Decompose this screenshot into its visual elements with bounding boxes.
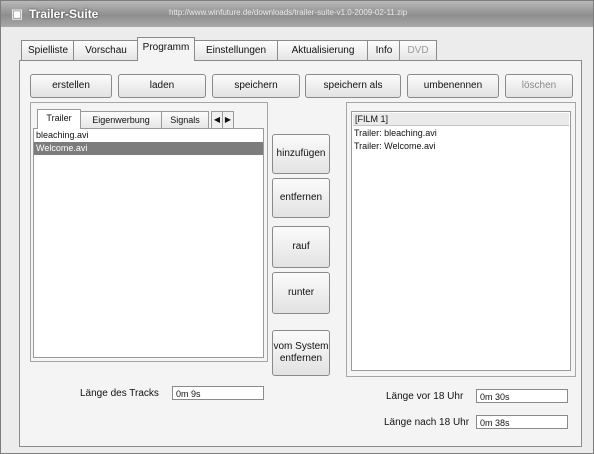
tab-label: Info [375, 45, 393, 56]
title-url: http://www.winfuture.de/downloads/traile… [169, 8, 408, 17]
create-button[interactable]: erstellen [30, 74, 112, 98]
tab-label: Spielliste [27, 45, 69, 56]
remove-button[interactable]: entfernen [272, 178, 330, 218]
length-before-18-field[interactable]: 0m 30s [476, 389, 568, 403]
list-item[interactable]: bleaching.avi [34, 129, 263, 142]
track-length-field[interactable]: 0m 9s [172, 386, 264, 400]
subtab-trailer[interactable]: Trailer [37, 109, 81, 129]
track-length-label: Länge des Tracks [80, 388, 159, 399]
app-icon: ▣ [10, 6, 24, 21]
move-down-button[interactable]: runter [272, 272, 330, 314]
save-button[interactable]: speichern [212, 74, 300, 98]
title-bar: ▣ Trailer-Suite http://www.winfuture.de/… [1, 1, 593, 27]
tab-scroll-right-icon[interactable]: ▶ [222, 111, 234, 129]
window-title: Trailer-Suite [29, 7, 99, 21]
films-list[interactable]: [FILM 1] Trailer: bleaching.avi Trailer:… [351, 111, 571, 371]
subtab-signals[interactable]: Signals [161, 111, 209, 128]
tab-info[interactable]: Info [367, 40, 401, 60]
subtab-label: Trailer [46, 113, 72, 123]
move-up-button[interactable]: rauf [272, 226, 330, 268]
tab-programm[interactable]: Programm [137, 37, 195, 61]
length-after-18-field[interactable]: 0m 38s [476, 415, 568, 429]
list-item[interactable]: Trailer: bleaching.avi [352, 127, 570, 140]
tab-vorschau[interactable]: Vorschau [73, 40, 139, 60]
tab-label: DVD [407, 45, 429, 56]
delete-button[interactable]: löschen [505, 74, 573, 98]
tab-aktualisierung[interactable]: Aktualisierung [277, 40, 369, 60]
tab-spielliste[interactable]: Spielliste [21, 40, 75, 60]
tab-dvd[interactable]: DVD [399, 40, 437, 60]
load-button[interactable]: laden [118, 74, 206, 98]
list-item-selected[interactable]: Welcome.avi [34, 142, 263, 155]
tab-label: Aktualisierung [291, 45, 355, 56]
trailer-list[interactable]: bleaching.avi Welcome.avi [33, 128, 264, 358]
tab-label: Programm [142, 42, 190, 53]
tab-einstellungen[interactable]: Einstellungen [193, 40, 279, 60]
save-as-button[interactable]: speichern als [305, 74, 401, 98]
rename-button[interactable]: umbenennen [407, 74, 499, 98]
subtab-eigenwerbung[interactable]: Eigenwerbung [79, 111, 163, 128]
trailer-group: Trailer Eigenwerbung Signals ◀ ▶ bleachi… [30, 102, 268, 362]
remove-from-system-button[interactable]: vom System entfernen [272, 330, 330, 376]
length-after-18-label: Länge nach 18 Uhr [384, 417, 470, 428]
tab-label: Einstellungen [205, 45, 267, 56]
tab-label: Vorschau [85, 45, 127, 56]
length-before-18-label: Länge vor 18 Uhr [386, 391, 464, 402]
subtab-label: Signals [170, 115, 200, 125]
app-window: ▣ Trailer-Suite http://www.winfuture.de/… [0, 0, 594, 454]
list-item[interactable]: Trailer: Welcome.avi [352, 140, 570, 153]
films-list-header: [FILM 1] [353, 113, 569, 126]
films-group: [FILM 1] Trailer: bleaching.avi Trailer:… [346, 102, 576, 377]
programm-tab-panel: erstellen laden speichern speichern als … [19, 60, 582, 447]
insert-button[interactable]: hinzufügen [272, 134, 330, 174]
subtab-label: Eigenwerbung [92, 115, 150, 125]
